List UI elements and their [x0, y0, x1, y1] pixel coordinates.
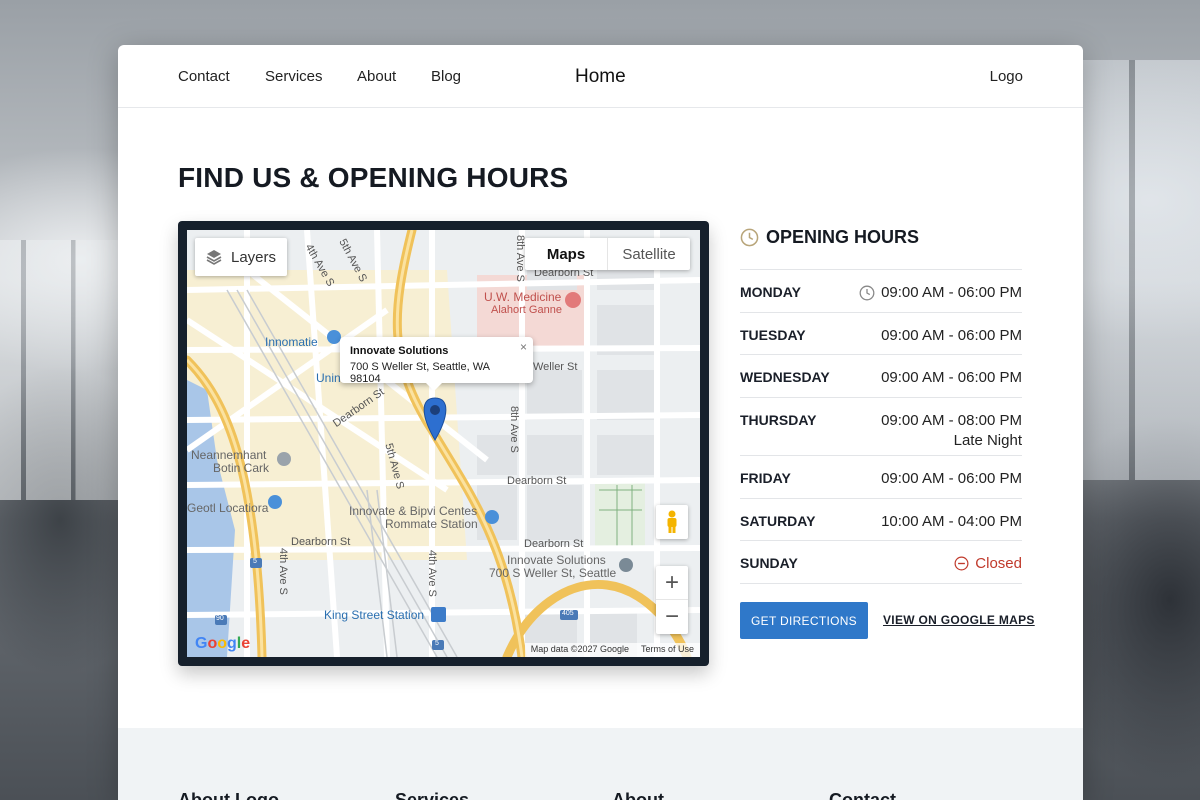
- map-terms-link[interactable]: Terms of Use: [641, 644, 694, 656]
- pegman-icon: [667, 510, 677, 533]
- map-label-weller-st: Weller St: [533, 361, 578, 373]
- map-shield-5: 5: [253, 558, 257, 565]
- nav-about[interactable]: About: [357, 68, 396, 85]
- day-label: TUESDAY: [740, 327, 806, 343]
- opening-hours-title: OPENING HOURS: [766, 227, 920, 247]
- footer: About Logo Services About Contact: [118, 728, 1083, 800]
- day-label: SUNDAY: [740, 555, 798, 571]
- hours-row-monday: MONDAY 09:00 AM - 06:00 PM: [740, 269, 1022, 312]
- hours-value: 09:00 AM - 08:00 PM Late Night: [881, 412, 1022, 455]
- closed-icon: [954, 556, 969, 571]
- footer-heading-contact: Contact: [829, 790, 896, 800]
- hours-row-wednesday: WEDNESDAY 09:00 AM - 06:00 PM: [740, 354, 1022, 397]
- map-poi-uw-medicine[interactable]: U.W. Medicine: [484, 290, 561, 304]
- hours-value: 09:00 AM - 06:00 PM: [859, 284, 1022, 312]
- hours-note: Late Night: [953, 432, 1022, 449]
- nav-logo[interactable]: Logo: [990, 68, 1023, 85]
- map-data-credit: Map data ©2027 Google: [530, 644, 629, 654]
- map-info-window[interactable]: Innovate Solutions 700 S Weller St, Seat…: [340, 337, 533, 391]
- map-frame: 4th Ave S 5th Ave S 8th Ave S Dearborn S…: [178, 221, 709, 666]
- map-label-4th-ave-low2: 4th Ave S: [426, 550, 438, 597]
- hours-time: 10:00 AM - 04:00 PM: [881, 513, 1022, 530]
- opening-hours-heading: OPENING HOURS: [740, 227, 919, 248]
- map-zoom-control: + −: [656, 566, 688, 634]
- map-poi-bipvi[interactable]: Innovate & Bipvi Centes: [349, 504, 477, 518]
- map-poi-unin: Unin: [316, 371, 341, 385]
- map-layers-button[interactable]: Layers: [195, 238, 287, 276]
- map-poi-king-street-station[interactable]: King Street Station: [324, 608, 424, 622]
- day-label: THURSDAY: [740, 412, 817, 428]
- day-label: WEDNESDAY: [740, 369, 830, 385]
- map-type-toggle: Maps Satellite: [525, 238, 690, 270]
- hours-divider: [740, 583, 1022, 584]
- map-shield-405: 405: [562, 610, 574, 617]
- hours-time: 09:00 AM - 06:00 PM: [881, 327, 1022, 344]
- street-view-pegman[interactable]: [656, 505, 688, 539]
- map-poi-alahort: Alahort Ganne: [491, 304, 562, 316]
- hours-time: 09:00 AM - 06:00 PM: [881, 369, 1022, 386]
- footer-heading-about-logo: About Logo: [178, 790, 279, 800]
- map-canvas[interactable]: 4th Ave S 5th Ave S 8th Ave S Dearborn S…: [187, 230, 700, 657]
- nav-home[interactable]: Home: [575, 66, 626, 88]
- map-poi-innovate-address: 700 S Weller St, Seattle: [489, 566, 617, 580]
- clock-icon: [740, 228, 759, 247]
- map-base-graphic: [187, 230, 700, 657]
- map-poi-botin-cark: Botin Cark: [213, 461, 270, 475]
- hours-closed-status: Closed: [975, 555, 1022, 572]
- hours-row-friday: FRIDAY 09:00 AM - 06:00 PM: [740, 455, 1022, 498]
- page-card: Contact Services About Blog Home Logo FI…: [118, 45, 1083, 800]
- nav-contact[interactable]: Contact: [178, 68, 230, 85]
- hours-time: 09:00 AM - 08:00 PM: [881, 412, 1022, 429]
- map-layers-label: Layers: [231, 248, 277, 266]
- hours-row-tuesday: TUESDAY 09:00 AM - 06:00 PM: [740, 312, 1022, 354]
- map-type-satellite[interactable]: Satellite: [608, 238, 690, 270]
- map-label-dearborn-mid: Dearborn St: [507, 475, 567, 487]
- day-label: FRIDAY: [740, 470, 791, 486]
- map-label-8th-ave-mid: 8th Ave S: [508, 406, 520, 453]
- map-attribution: Map data ©2027 Google Terms of Use: [524, 643, 700, 657]
- map-poi-rommate: Rommate Station: [385, 517, 478, 531]
- get-directions-button[interactable]: GET DIRECTIONS: [740, 602, 868, 639]
- hours-table: MONDAY 09:00 AM - 06:00 PM TUESDAY 09:00…: [740, 269, 1022, 583]
- map-poi-innomatie[interactable]: Innomatie: [265, 335, 318, 349]
- map-shield-90: 90: [216, 615, 224, 622]
- map-type-maps[interactable]: Maps: [525, 238, 608, 270]
- footer-heading-services: Services: [395, 790, 470, 800]
- zoom-out-button[interactable]: −: [656, 600, 688, 634]
- page-title: FIND US & OPENING HOURS: [178, 162, 569, 193]
- hours-value: Closed: [954, 555, 1022, 583]
- hours-time: 09:00 AM - 06:00 PM: [881, 284, 1022, 301]
- clock-icon: [859, 285, 875, 301]
- nav-services[interactable]: Services: [265, 68, 323, 85]
- footer-heading-about: About: [612, 790, 664, 800]
- google-logo: Google: [195, 635, 251, 652]
- map-label-dearborn-low2: Dearborn St: [524, 538, 584, 550]
- nav-blog[interactable]: Blog: [431, 68, 461, 85]
- day-label: SATURDAY: [740, 513, 816, 529]
- day-label: MONDAY: [740, 284, 801, 300]
- hours-row-thursday: THURSDAY 09:00 AM - 08:00 PM Late Night: [740, 397, 1022, 455]
- map-poi-innovate-solutions[interactable]: Innovate Solutions: [507, 553, 606, 567]
- map-shield-5b: 5: [435, 640, 439, 647]
- map-poi-geotl: Geotl Locatiora: [187, 501, 269, 515]
- layers-icon: [206, 250, 222, 265]
- hours-row-saturday: SATURDAY 10:00 AM - 04:00 PM: [740, 498, 1022, 540]
- close-icon[interactable]: ×: [520, 340, 527, 354]
- info-window-address: 700 S Weller St, Seattle, WA 98104: [350, 361, 490, 385]
- map-poi-neannemhant: Neannemhant: [191, 448, 267, 462]
- top-nav: Contact Services About Blog Home Logo: [118, 45, 1083, 108]
- zoom-in-button[interactable]: +: [656, 566, 688, 600]
- map-label-4th-ave-low: 4th Ave S: [277, 548, 289, 595]
- map-label-dearborn-low: Dearborn St: [291, 536, 351, 548]
- hours-row-sunday: SUNDAY Closed: [740, 540, 1022, 583]
- info-window-title: Innovate Solutions: [350, 345, 449, 357]
- view-on-google-maps-link[interactable]: VIEW ON GOOGLE MAPS: [883, 613, 1035, 627]
- hours-time: 09:00 AM - 06:00 PM: [881, 470, 1022, 487]
